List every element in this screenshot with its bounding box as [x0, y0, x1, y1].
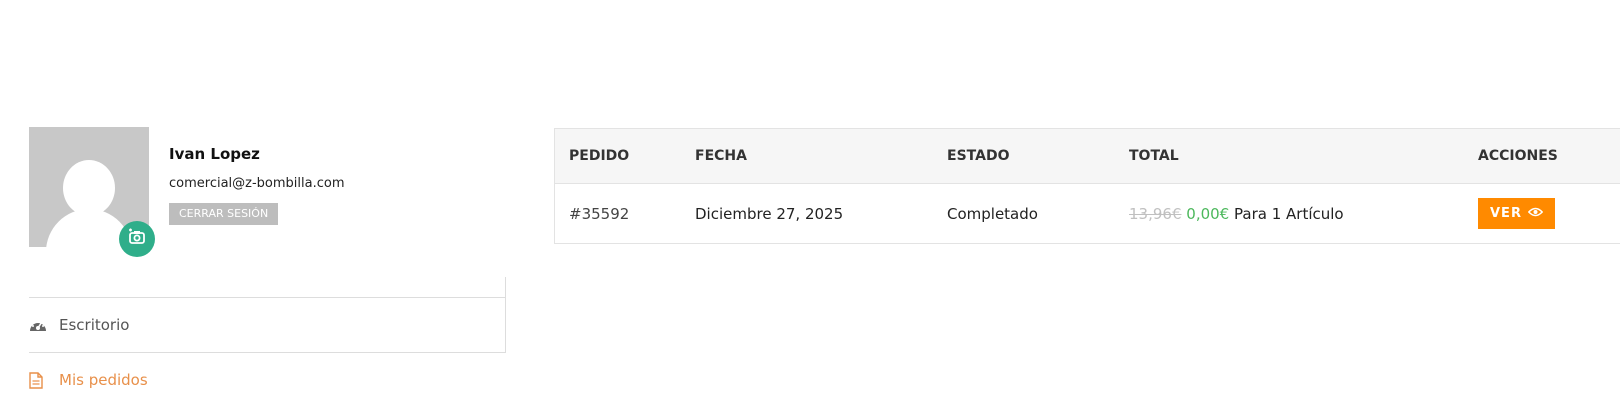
price-final: 0,00€ — [1186, 204, 1230, 223]
column-header-date: FECHA — [695, 148, 747, 164]
column-header-status: ESTADO — [947, 148, 1010, 164]
order-date: Diciembre 27, 2025 — [695, 204, 844, 223]
document-icon — [29, 370, 49, 390]
column-header-order: PEDIDO — [569, 148, 630, 164]
order-status: Completado — [947, 204, 1038, 223]
orders-table: PEDIDO FECHA ESTADO TOTAL ACCIONES #3559… — [554, 128, 1620, 244]
user-email: comercial@z-bombilla.com — [169, 176, 345, 191]
column-header-total: TOTAL — [1129, 148, 1179, 164]
dashboard-gauge-icon — [29, 315, 49, 335]
nav-item-label: Mis pedidos — [59, 371, 148, 389]
table-header: PEDIDO FECHA ESTADO TOTAL ACCIONES — [555, 129, 1620, 184]
order-actions: VER — [1464, 198, 1620, 229]
items-count: Para 1 Artículo — [1234, 204, 1344, 223]
nav-item-orders[interactable]: Mis pedidos — [29, 353, 506, 407]
nav-item-dashboard[interactable]: Escritorio — [29, 277, 506, 353]
account-nav: Escritorio Mis pedidos — [29, 277, 506, 389]
price-original: 13,96€ — [1129, 204, 1182, 223]
order-number: #35592 — [569, 204, 630, 223]
user-name: Ivan Lopez — [169, 145, 260, 163]
eye-icon — [1527, 206, 1544, 221]
view-order-label: VER — [1490, 206, 1522, 221]
camera-icon — [127, 227, 147, 251]
logout-button[interactable]: CERRAR SESIÓN — [169, 203, 279, 225]
nav-item-label: Escritorio — [59, 316, 130, 334]
column-header-actions: ACCIONES — [1478, 148, 1558, 164]
order-total: 13,96€ 0,00€ Para 1 Artículo — [1115, 205, 1464, 223]
change-photo-button[interactable] — [119, 221, 155, 257]
view-order-button[interactable]: VER — [1478, 198, 1555, 229]
account-sidebar: Ivan Lopez comercial@z-bombilla.com CERR… — [29, 127, 506, 389]
user-profile: Ivan Lopez comercial@z-bombilla.com CERR… — [29, 127, 506, 277]
table-row: #35592 Diciembre 27, 2025 Completado 13,… — [555, 184, 1620, 243]
